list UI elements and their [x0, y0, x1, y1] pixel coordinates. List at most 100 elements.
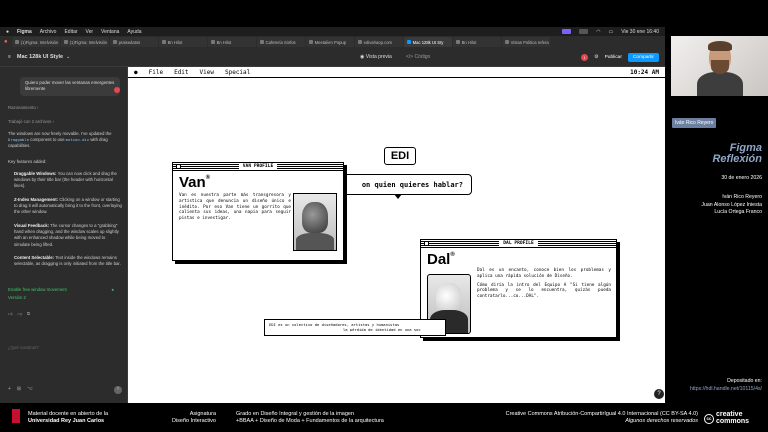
- creative-commons-logo: cc creative commons: [704, 411, 749, 425]
- app-toolbar: ≡ Mac 128k UI Style ⌄ ◉ Vista previa </>…: [0, 48, 665, 67]
- window-title-bar[interactable]: DAL PROFILE: [421, 240, 616, 248]
- character-body: [296, 233, 334, 250]
- presenter-beard: [711, 60, 729, 74]
- features-title: Key features added:: [8, 159, 47, 164]
- tab[interactable]: Vistas Politica refera: [501, 37, 550, 47]
- inline-code: Draggable: [8, 137, 30, 143]
- plus-icon[interactable]: +: [8, 386, 11, 393]
- attach-icon[interactable]: ⊞: [17, 386, 21, 393]
- tab-favicon-icon: [308, 40, 313, 44]
- profile-bio: Dal es un encanto, conoce bien los probl…: [477, 268, 611, 300]
- preview-tab[interactable]: ◉ Vista previa: [360, 54, 392, 60]
- presenter-hair: [708, 41, 732, 51]
- feature-item: Visual Feedback: The cursor changes to a…: [14, 223, 119, 247]
- urjc-logo: [12, 409, 20, 423]
- thumbs-down-icon[interactable]: 👎︎: [18, 311, 22, 317]
- material-info: Material docente en abierto de la Univer…: [28, 411, 109, 425]
- menu-archivo[interactable]: Archivo: [40, 29, 57, 35]
- tab[interactable]: Bn Hilot: [207, 37, 256, 47]
- menu-editar[interactable]: Editar: [64, 29, 77, 35]
- deposit-link[interactable]: https://hdl.handle.net/10115/4s/: [690, 386, 762, 394]
- menu-app[interactable]: Figma: [17, 29, 32, 35]
- degree-info: Grado en Diseño Integral y gestión de la…: [236, 411, 384, 425]
- menu-icon[interactable]: ≡: [8, 54, 11, 60]
- tab-favicon-icon: [210, 40, 215, 44]
- check-icon: ●: [111, 287, 114, 292]
- copy-icon[interactable]: ⧉: [27, 311, 30, 317]
- version-link[interactable]: Enable free window movement ●: [8, 287, 122, 293]
- tab-bar: ● (1)Figma: Intelvisión (1)Figma: Intelv…: [0, 36, 665, 48]
- tab[interactable]: Bn Hilot: [158, 37, 207, 47]
- tab-favicon-icon: [112, 40, 117, 44]
- tab-favicon-icon: [406, 40, 411, 44]
- tab[interactable]: (1)Figma: Intelvisión: [60, 37, 109, 47]
- menu-ayuda[interactable]: Ayuda: [127, 29, 141, 35]
- tab-favicon-icon: [14, 40, 19, 44]
- webcam-feed: [671, 36, 768, 96]
- profile-name: Dal®: [427, 251, 455, 268]
- battery-icon[interactable]: ▭: [609, 29, 614, 35]
- window-title-bar[interactable]: VAN PROFILE: [173, 163, 343, 171]
- presentation-date: 30 de enero 2026: [721, 175, 762, 181]
- menu-special[interactable]: Special: [225, 69, 250, 76]
- tab[interactable]: Meetalien Popup: [305, 37, 354, 47]
- close-box-icon[interactable]: [424, 241, 429, 246]
- tab[interactable]: (1)Figma: Intelvisión: [11, 37, 60, 47]
- chevron-right-icon: ›: [36, 105, 39, 110]
- retro-menubar: ● File Edit View Special 10:24 AM: [128, 67, 665, 78]
- code-tab[interactable]: </> Código: [406, 54, 430, 60]
- character-figure: [302, 201, 328, 233]
- menu-ver[interactable]: Ver: [86, 29, 94, 35]
- deposit-info: Depositado en: https://hdl.handle.net/10…: [689, 378, 762, 394]
- tab[interactable]: Cafetería Sinfos: [256, 37, 305, 47]
- tab-favicon-icon: [259, 40, 264, 44]
- reasoning-toggle[interactable]: Razonamiento ›: [8, 105, 122, 111]
- presenter-torso: [697, 72, 743, 96]
- tab-favicon-icon: [357, 40, 362, 44]
- tab[interactable]: edivalraop.com: [354, 37, 403, 47]
- tab-favicon-icon: [161, 40, 166, 44]
- menu-file[interactable]: File: [149, 69, 163, 76]
- tab[interactable]: Bn Hilot: [452, 37, 501, 47]
- settings-icon[interactable]: ⚙: [594, 54, 598, 60]
- dal-profile-window[interactable]: DAL PROFILE Dal® Dal es un encanto, cono…: [420, 239, 617, 338]
- window-title: DAL PROFILE: [499, 241, 538, 246]
- window-body: Dal® Dal es un encanto, conoce bien los …: [421, 248, 616, 334]
- menu-edit[interactable]: Edit: [174, 69, 188, 76]
- inline-code: motion.div: [65, 137, 90, 143]
- feature-item: Content Selectable: Text inside the wind…: [14, 255, 121, 267]
- close-box-icon[interactable]: [176, 164, 181, 169]
- files-toggle[interactable]: Trabajó con 2 archivos ›: [8, 119, 122, 125]
- cc-icon: cc: [704, 413, 714, 424]
- presenter-name-tag: Iván Rico Reyero: [672, 118, 717, 128]
- project-title[interactable]: Mac 128k UI Style: [17, 54, 63, 60]
- status-app-icon[interactable]: [562, 29, 572, 34]
- menu-ventana[interactable]: Ventana: [101, 29, 119, 35]
- window-controls-icon[interactable]: ●: [4, 39, 8, 45]
- share-button[interactable]: Compartir: [627, 52, 659, 62]
- apple-icon[interactable]: ●: [134, 69, 138, 76]
- status-app-icon[interactable]: [579, 29, 589, 34]
- tool-icon[interactable]: ⌥: [27, 386, 33, 393]
- chevron-down-icon[interactable]: ⌄: [66, 54, 70, 60]
- window-title: VAN PROFILE: [238, 164, 278, 169]
- help-button[interactable]: ?: [654, 389, 664, 399]
- thumbs-up-icon[interactable]: 👍︎: [8, 311, 13, 317]
- version-label[interactable]: Versión 2: [8, 295, 122, 301]
- avatar[interactable]: I: [581, 53, 589, 61]
- screen: ● Figma Archivo Editar Ver Ventana Ayuda…: [0, 0, 768, 432]
- chat-input[interactable]: ¿Qué construir?: [8, 345, 120, 369]
- tab-active[interactable]: Mac 128k UI Sty: [403, 37, 452, 47]
- tab-favicon-icon: [455, 40, 460, 44]
- apple-icon[interactable]: ●: [6, 29, 9, 35]
- presenter-panel: Iván Rico Reyero Figma Reflexión 30 de e…: [665, 36, 768, 403]
- menubar-datetime[interactable]: Vie 30 ene 16:40: [621, 29, 659, 35]
- tab[interactable]: praisedatos: [109, 37, 158, 47]
- send-button[interactable]: ↑: [114, 386, 122, 394]
- van-profile-window[interactable]: VAN PROFILE Van® Van es nuestra parte má…: [172, 162, 344, 261]
- menu-view[interactable]: View: [200, 69, 214, 76]
- publish-button[interactable]: Publicar: [605, 55, 622, 60]
- chat-panel: Quiero poder mover las ventanas emergent…: [0, 67, 128, 403]
- wifi-icon[interactable]: ◠: [596, 29, 600, 35]
- retro-clock: 10:24 AM: [630, 68, 659, 76]
